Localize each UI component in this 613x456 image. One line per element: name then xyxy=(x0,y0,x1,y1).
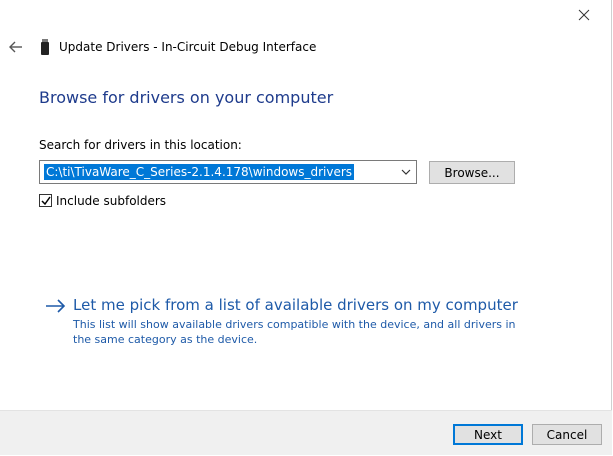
next-button[interactable]: Next xyxy=(453,424,523,445)
close-button[interactable] xyxy=(572,4,596,26)
include-subfolders-checkbox[interactable] xyxy=(39,194,52,207)
search-location-label: Search for drivers in this location: xyxy=(39,138,242,152)
pick-driver-list-link[interactable]: Let me pick from a list of available dri… xyxy=(73,296,518,315)
usb-device-icon xyxy=(40,39,50,55)
cancel-button[interactable]: Cancel xyxy=(532,424,602,445)
pick-driver-description: This list will show available drivers co… xyxy=(73,318,516,346)
close-icon xyxy=(578,9,590,21)
checkmark-icon xyxy=(41,196,51,206)
chevron-down-icon[interactable] xyxy=(400,167,412,177)
back-button[interactable] xyxy=(8,39,24,55)
page-heading: Browse for drivers on your computer xyxy=(39,88,334,107)
path-input-value[interactable]: C:\ti\TivaWare_C_Series-2.1.4.178\window… xyxy=(44,164,355,180)
arrow-right-icon[interactable] xyxy=(45,298,67,314)
include-subfolders-label[interactable]: Include subfolders xyxy=(56,194,166,208)
path-combobox[interactable]: C:\ti\TivaWare_C_Series-2.1.4.178\window… xyxy=(39,160,417,184)
dialog-frame xyxy=(0,0,612,455)
window-title: Update Drivers - In-Circuit Debug Interf… xyxy=(59,40,317,54)
browse-button[interactable]: Browse... xyxy=(429,161,515,184)
back-arrow-icon xyxy=(9,41,22,53)
